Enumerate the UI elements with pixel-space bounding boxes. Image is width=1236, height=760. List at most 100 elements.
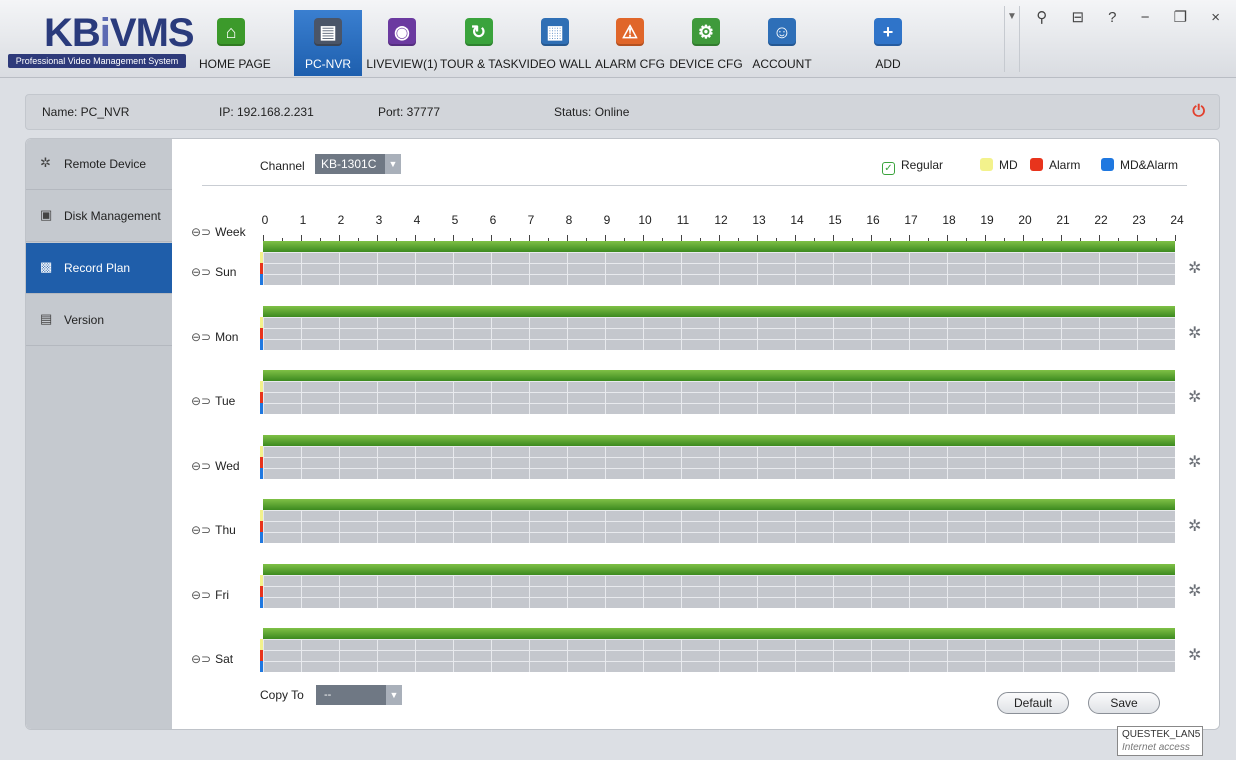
regular-record-bar[interactable]: [263, 499, 1175, 510]
day-link-sun[interactable]: ⊖⊃ Sun: [191, 265, 236, 279]
day-link-wed[interactable]: ⊖⊃ Wed: [191, 459, 240, 473]
tab-liveview-1[interactable]: ◉ LIVEVIEW(1): [364, 10, 440, 76]
gear-icon[interactable]: ✲: [1188, 516, 1201, 536]
legend-md: MD: [980, 158, 1018, 172]
regular-record-bar[interactable]: [263, 628, 1175, 639]
app-tagline: Professional Video Management System: [8, 54, 186, 68]
link-icon: ⊖⊃: [191, 587, 212, 602]
tab-label: ACCOUNT: [752, 57, 812, 71]
more-tabs-arrow[interactable]: ▼: [1004, 6, 1020, 72]
gear-icon[interactable]: ✲: [1188, 581, 1201, 601]
tab-pc-nvr[interactable]: ▤ PC-NVR: [294, 10, 362, 76]
tab-device-cfg[interactable]: ⚙ DEVICE CFG: [668, 10, 744, 76]
tab-label: VIDEO WALL: [518, 57, 592, 71]
default-button[interactable]: Default: [997, 692, 1069, 714]
schedule-grid[interactable]: [263, 574, 1175, 608]
sidebar-item-remote-device[interactable]: ✲ Remote Device: [26, 139, 172, 190]
sidebar-item-record-plan[interactable]: ▩ Record Plan: [26, 243, 172, 294]
hour-tick-label: 24: [1170, 213, 1184, 227]
hour-tick-label: 15: [828, 213, 842, 227]
main-panel: ✲ Remote Device ▣ Disk Management ▩ Record Pl…: [25, 138, 1220, 730]
regular-record-bar[interactable]: [263, 241, 1175, 252]
tab-account[interactable]: ☺ ACCOUNT: [745, 10, 819, 76]
sidebar-item-version[interactable]: ▤ Version: [26, 295, 172, 346]
week-link[interactable]: ⊖⊃ Week: [191, 225, 246, 239]
copy-to-label: Copy To: [260, 688, 304, 702]
legend-swatch: [1101, 158, 1114, 171]
tab-video-wall[interactable]: ▦ VIDEO WALL: [518, 10, 592, 76]
tab-label: ALARM CFG: [594, 57, 665, 71]
hour-tick-label: 2: [337, 213, 345, 227]
day-link-fri[interactable]: ⊖⊃ Fri: [191, 588, 229, 602]
tab-home-page[interactable]: ⌂ HOME PAGE: [199, 10, 271, 76]
schedule-grid[interactable]: [263, 316, 1175, 350]
regular-record-bar[interactable]: [263, 434, 1175, 446]
tab-add[interactable]: + ADD: [819, 10, 957, 76]
day-link-sat[interactable]: ⊖⊃ Sat: [191, 652, 233, 666]
regular-record-bar[interactable]: [263, 370, 1175, 381]
sidebar-item-label: Version: [64, 313, 105, 327]
day-label: Thu: [215, 523, 236, 537]
link-icon: ⊖⊃: [191, 458, 212, 473]
schedule-row-tue[interactable]: [260, 370, 1175, 414]
schedule-grid[interactable]: [263, 381, 1175, 414]
hour-tick-label: 5: [451, 213, 459, 227]
chevron-down-icon[interactable]: ▼: [385, 154, 401, 174]
schedule-row-wed[interactable]: [260, 434, 1175, 479]
hour-tick-label: 22: [1094, 213, 1108, 227]
legend-label: MD: [999, 158, 1018, 172]
hour-ruler: 0 1 2 3 4 5 6 7 8 9 10 11 12 13 14 15 16 17 18 19 20 21 22 23 24: [262, 209, 1184, 241]
divider: [202, 185, 1187, 186]
gear-icon[interactable]: ✲: [1188, 258, 1201, 278]
gear-icon[interactable]: ✲: [1188, 387, 1201, 407]
window-controls[interactable]: ⚲ ⊟ ? − ❐ ×: [1036, 8, 1230, 26]
save-button[interactable]: Save: [1088, 692, 1160, 714]
tab-label: DEVICE CFG: [669, 57, 743, 71]
regular-record-bar[interactable]: [263, 563, 1175, 575]
video-wall-icon: ▦: [541, 18, 569, 46]
schedule-grid[interactable]: [263, 252, 1175, 285]
power-icon[interactable]: ⏻: [1192, 103, 1205, 121]
channel-select[interactable]: KB-1301C ▼: [315, 154, 401, 174]
hour-tick-label: 14: [790, 213, 804, 227]
schedule-row-sat[interactable]: [260, 628, 1175, 672]
copy-to-select[interactable]: -- ▼: [316, 685, 402, 705]
day-label: Mon: [215, 329, 239, 344]
clapper-icon: ▩: [40, 259, 53, 274]
tab-tour-task[interactable]: ↻ TOUR & TASK: [440, 10, 519, 76]
tab-alarm-cfg[interactable]: ⚠ ALARM CFG: [594, 10, 666, 76]
gear-icon[interactable]: ✲: [1188, 323, 1201, 343]
schedule-row-thu[interactable]: [260, 499, 1175, 543]
day-label: Sat: [215, 652, 234, 666]
link-icon: ⊖⊃: [191, 394, 212, 408]
hour-tick-label: 20: [1018, 213, 1032, 227]
schedule-grid[interactable]: [263, 510, 1175, 543]
day-link-mon[interactable]: ⊖⊃ Mon: [191, 330, 238, 344]
nvr-icon: ▤: [314, 18, 342, 46]
hour-tick-label: 10: [638, 213, 652, 227]
hour-tick-label: 9: [603, 213, 611, 227]
schedule-grid[interactable]: [263, 639, 1175, 672]
device-port: Port: 37777: [378, 105, 441, 119]
hour-tick-label: 16: [866, 213, 880, 227]
chevron-down-icon[interactable]: ▼: [386, 685, 402, 705]
hour-tick-label: 11: [676, 213, 690, 227]
gear-icon: ✲: [40, 155, 51, 170]
day-link-tue[interactable]: ⊖⊃ Tue: [191, 394, 235, 408]
schedule-grid[interactable]: [263, 445, 1175, 479]
regular-record-bar[interactable]: [263, 305, 1175, 317]
hour-tick: [1175, 235, 1176, 241]
schedule-row-sun[interactable]: [260, 241, 1175, 285]
legend-swatch: [980, 158, 993, 171]
schedule-row-mon[interactable]: [260, 305, 1175, 350]
gear-icon[interactable]: ✲: [1188, 452, 1201, 472]
legend-regular[interactable]: ✓ Regular: [882, 158, 943, 175]
sidebar-item-label: Remote Device: [64, 157, 147, 171]
gear-icon[interactable]: ✲: [1188, 645, 1201, 665]
schedule-row-fri[interactable]: [260, 563, 1175, 608]
legend-label: MD&Alarm: [1120, 158, 1179, 172]
day-link-thu[interactable]: ⊖⊃ Thu: [191, 523, 236, 537]
sidebar-item-disk-management[interactable]: ▣ Disk Management: [26, 191, 172, 242]
home-icon: ⌂: [217, 18, 245, 46]
day-label: Fri: [215, 587, 230, 602]
